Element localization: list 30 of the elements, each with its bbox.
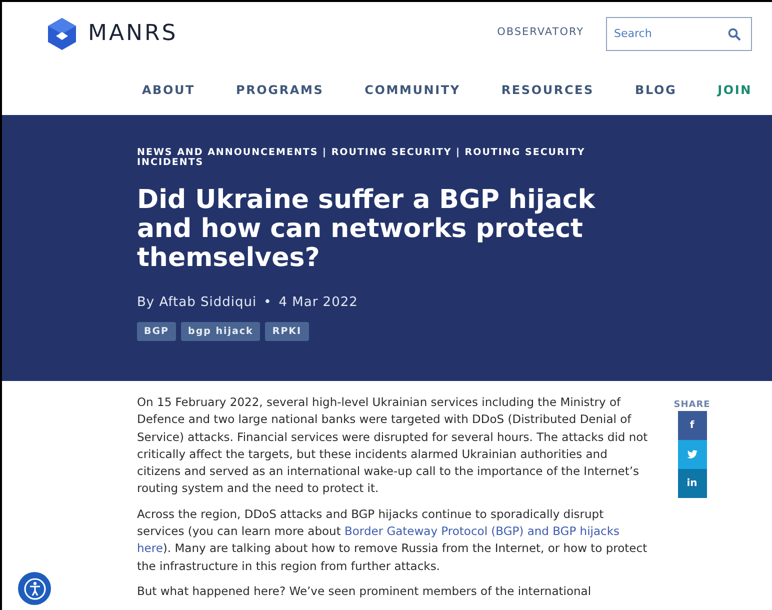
nav-link[interactable]: RESOURCES	[501, 83, 594, 97]
linkedin-share-button[interactable]: in	[678, 469, 706, 498]
nav-link[interactable]: ABOUT	[142, 83, 196, 97]
nav-link[interactable]: BLOG	[635, 83, 677, 97]
nav-link[interactable]: JOIN	[718, 83, 752, 97]
bird-icon	[686, 450, 698, 459]
share-label: SHARE	[674, 400, 710, 410]
search-icon[interactable]	[728, 28, 741, 40]
nav-link[interactable]: COMMUNITY	[364, 83, 460, 97]
logo-text[interactable]: MANRS	[88, 21, 178, 46]
tag-chip[interactable]: bgp hijack	[181, 322, 260, 341]
logo-icon	[47, 18, 77, 50]
facebook-share-button[interactable]: f	[678, 411, 706, 440]
article-link[interactable]: here	[137, 541, 163, 556]
separator-dot: •	[264, 295, 272, 310]
search-field[interactable]: Search	[606, 16, 752, 50]
observatory-link[interactable]: OBSERVATORY	[497, 26, 584, 38]
bird-share-button[interactable]	[678, 440, 706, 469]
article-paragraph: On 15 February 2022, several high-level Ukrainian services including the Ministry of Defence and two large national banks were targeted with DDoS (Distributed Denial of Service) attacks. Financial services were disrupted for several hours. The attacks did not critically affect the targets, but these incidents alarmed Ukrainian authorities and citizens and served as an international wake-up call to the importance of the Internet’s routing system and the need to protect it.	[137, 394, 649, 498]
tag-chip[interactable]: RPKI	[265, 322, 309, 341]
article-link[interactable]: Border Gateway Protocol (BGP) and BGP hijacks	[344, 524, 620, 538]
nav-link[interactable]: PROGRAMS	[236, 83, 324, 97]
author-name: By Aftab Siddiqui	[137, 295, 257, 310]
tag-chip[interactable]: BGP	[137, 322, 176, 341]
article-paragraph: Across the region, DDoS attacks and BGP hijacks continue to sporadically disrupt services (you can learn more about Border Gateway Protocol (BGP) and BGP hijacks here). Many are talking about how to remove Russia from the Internet, or how to protect the infrastructure in this region from further attacks.	[137, 506, 648, 575]
publish-date: 4 Mar 2022	[278, 295, 358, 310]
article-paragraph: But what happened here? We’ve seen prominent members of the international	[137, 582, 592, 600]
category-links[interactable]: NEWS AND ANNOUNCEMENTS | ROUTING SECURITY | ROUTING SECURITY INCIDENTS	[137, 148, 607, 168]
article-title: Did Ukraine suffer a BGP hijack and how can networks protect themselves?	[137, 186, 596, 273]
accessibility-button[interactable]	[18, 572, 51, 605]
